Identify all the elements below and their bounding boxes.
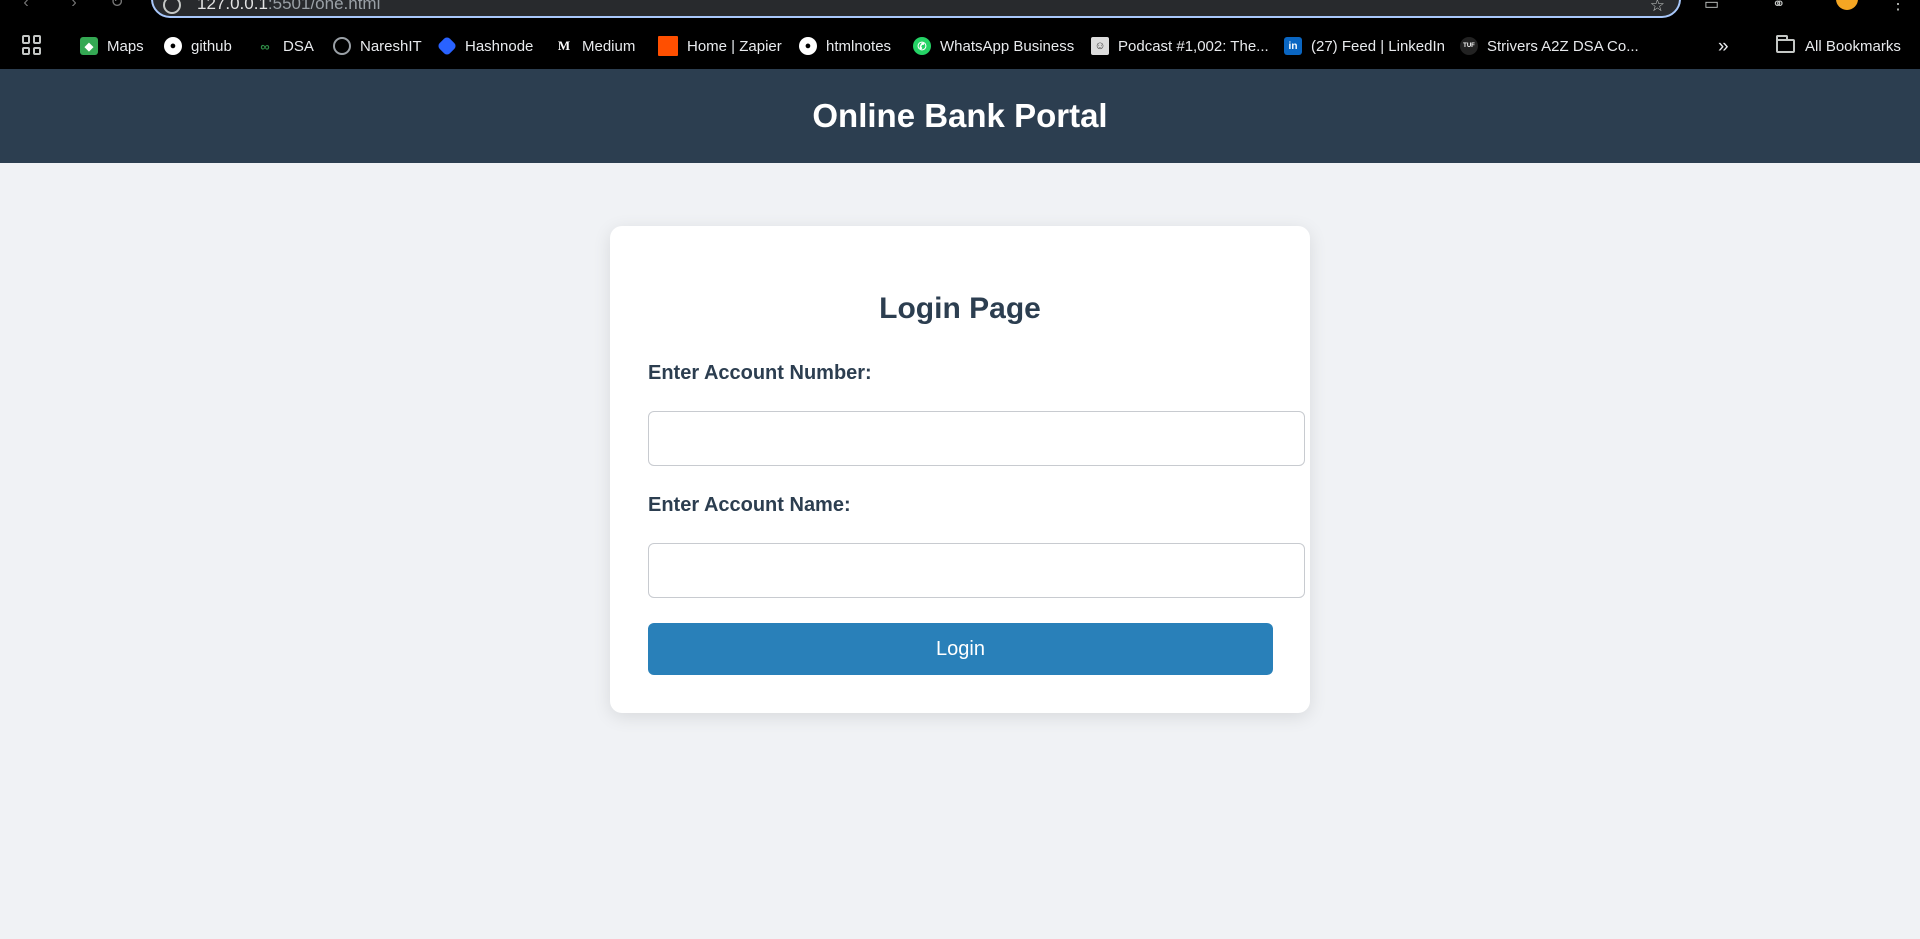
- address-bar[interactable]: 127.0.0.1:5501/one.html ☆: [151, 0, 1681, 18]
- account-number-label: Enter Account Number:: [648, 362, 872, 384]
- url-path: :5501/one.html: [267, 0, 381, 13]
- github-icon: ●: [799, 37, 817, 55]
- bookmark-label: Hashnode: [465, 37, 534, 55]
- whatsapp-icon: ✆: [913, 37, 931, 55]
- bookmark-label: Medium: [582, 37, 636, 55]
- geeksforgeeks-icon: ∞: [260, 38, 270, 54]
- share-icon[interactable]: ⚭: [1772, 0, 1785, 14]
- bookmark-linkedin[interactable]: in (27) Feed | LinkedIn: [1284, 32, 1445, 60]
- bookmark-maps[interactable]: ◆ Maps: [80, 32, 144, 60]
- apps-grid-icon[interactable]: [22, 35, 42, 55]
- bookmark-label: Maps: [107, 37, 144, 55]
- url-host: 127.0.0.1: [197, 0, 268, 13]
- bookmark-label: (27) Feed | LinkedIn: [1311, 37, 1445, 55]
- hashnode-icon: [436, 35, 458, 57]
- bookmark-label: NareshIT: [360, 37, 422, 55]
- url-text: 127.0.0.1:5501/one.html: [197, 0, 380, 14]
- login-button[interactable]: Login: [648, 623, 1273, 675]
- bookmark-zapier[interactable]: Home | Zapier: [658, 32, 782, 60]
- zapier-icon: [658, 36, 678, 56]
- medium-icon: M: [557, 38, 571, 53]
- reload-icon[interactable]: ↻: [105, 0, 129, 18]
- bookmark-label: DSA: [283, 37, 314, 55]
- bookmark-strivers[interactable]: TUF Strivers A2Z DSA Co...: [1460, 32, 1639, 60]
- all-bookmarks-button[interactable]: All Bookmarks: [1776, 32, 1901, 60]
- site-title: Online Bank Portal: [812, 97, 1108, 134]
- bookmark-podcast[interactable]: ☺ Podcast #1,002: The...: [1091, 32, 1269, 60]
- extensions-icon[interactable]: ▭: [1704, 0, 1719, 14]
- bookmark-hashnode[interactable]: Hashnode: [436, 32, 534, 60]
- account-name-label: Enter Account Name:: [648, 494, 851, 516]
- bookmark-label: Strivers A2Z DSA Co...: [1487, 37, 1639, 55]
- bookmark-nareshit[interactable]: NareshIT: [333, 32, 422, 60]
- bookmark-star-icon[interactable]: ☆: [1650, 0, 1665, 16]
- bookmark-htmlnotes[interactable]: ● htmlnotes: [799, 32, 891, 60]
- back-arrow-icon[interactable]: ‹: [14, 0, 38, 18]
- site-header: Online Bank Portal: [0, 69, 1920, 163]
- globe-icon: [333, 37, 351, 55]
- login-heading: Login Page: [879, 292, 1041, 325]
- more-bookmarks-chevron-icon[interactable]: »: [1718, 36, 1729, 58]
- podcast-icon: ☺: [1091, 37, 1109, 55]
- tuf-icon: TUF: [1460, 37, 1478, 55]
- browser-toolbar: ‹ › ↻ 127.0.0.1:5501/one.html ☆ ▭ ⚭ ⋮: [0, 0, 1920, 24]
- site-info-icon[interactable]: [163, 0, 181, 14]
- menu-dots-icon[interactable]: ⋮: [1890, 0, 1906, 14]
- bookmark-label: htmlnotes: [826, 37, 892, 55]
- bookmark-label: WhatsApp Business: [940, 37, 1075, 55]
- github-icon: ●: [164, 37, 182, 55]
- account-name-input[interactable]: [648, 543, 1305, 598]
- bookmark-dsa[interactable]: ∞ DSA: [256, 32, 314, 60]
- bookmark-label: Home | Zapier: [687, 37, 782, 55]
- bookmark-github[interactable]: ● github: [164, 32, 232, 60]
- linkedin-icon: in: [1284, 37, 1302, 55]
- login-card: Login Page Enter Account Number: Enter A…: [610, 226, 1310, 713]
- bookmark-label: github: [191, 37, 232, 55]
- bookmark-whatsapp-business[interactable]: ✆ WhatsApp Business: [913, 32, 1074, 60]
- bookmark-label: Podcast #1,002: The...: [1118, 37, 1269, 55]
- all-bookmarks-label: All Bookmarks: [1805, 37, 1901, 55]
- maps-icon: ◆: [80, 37, 98, 55]
- profile-avatar[interactable]: [1836, 0, 1858, 10]
- bookmarks-bar: ◆ Maps ● github ∞ DSA NareshIT Hashnode …: [0, 24, 1920, 69]
- folder-icon: [1776, 35, 1795, 53]
- bookmark-medium[interactable]: M Medium: [555, 32, 636, 60]
- account-number-input[interactable]: [648, 411, 1305, 466]
- forward-arrow-icon[interactable]: ›: [62, 0, 86, 18]
